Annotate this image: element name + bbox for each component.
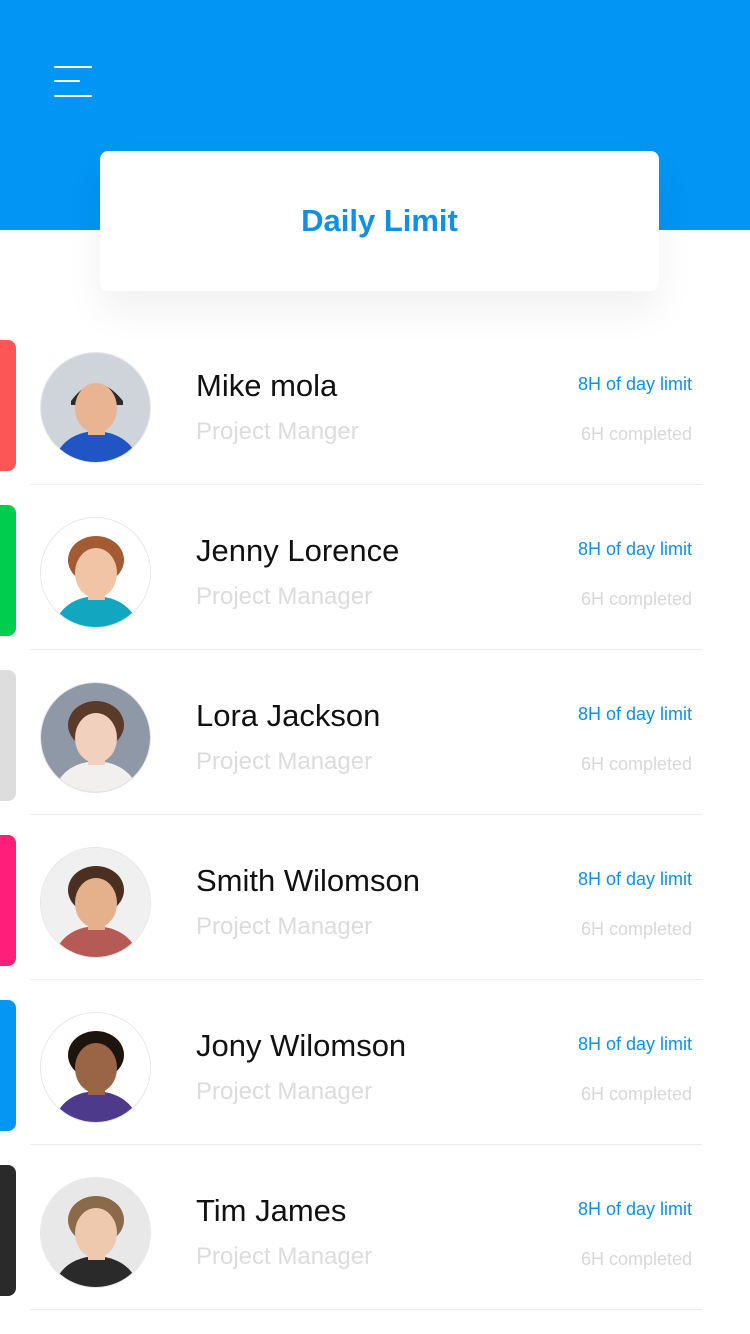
completed-hours-label: 6H completed — [580, 919, 692, 939]
list-item[interactable]: Tim James Project Manager 8H of day limit 6… — [0, 1145, 750, 1310]
avatar — [40, 847, 151, 958]
row-divider — [30, 1309, 702, 1310]
avatar — [40, 517, 151, 628]
completed-hours-label: 6H completed — [580, 1249, 692, 1269]
title-card: Daily Limit — [100, 151, 659, 291]
completed-hours-label: 6H completed — [580, 1084, 692, 1104]
daily-limit-label: 8H of day limit — [577, 704, 692, 724]
status-accent-bar — [0, 835, 16, 966]
list-item[interactable]: Lora Jackson Project Manager 8H of day lim… — [0, 650, 750, 815]
person-role: Project Manger — [196, 418, 359, 445]
person-role: Project Manager — [196, 748, 373, 775]
menu-line — [54, 95, 92, 97]
completed-hours-label: 6H completed — [580, 424, 692, 444]
status-accent-bar — [0, 670, 16, 801]
person-name: Jenny Lorence — [196, 533, 400, 568]
status-accent-bar — [0, 505, 16, 636]
daily-limit-label: 8H of day limit — [577, 869, 692, 889]
daily-limit-label: 8H of day limit — [577, 1199, 692, 1219]
avatar — [40, 1012, 151, 1123]
hamburger-menu-icon[interactable] — [50, 62, 96, 100]
avatar — [40, 682, 151, 793]
page-title: Daily Limit — [301, 203, 458, 238]
person-name: Smith Wilomson — [196, 863, 420, 898]
avatar — [40, 352, 151, 463]
person-name: Jony Wilomson — [196, 1028, 407, 1063]
completed-hours-label: 6H completed — [580, 754, 692, 774]
menu-line — [54, 80, 80, 82]
daily-limit-label: 8H of day limit — [577, 374, 692, 394]
daily-limit-label: 8H of day limit — [577, 539, 692, 559]
list-item[interactable]: Mike mola Project Manger 8H of day limit 6H… — [0, 320, 750, 485]
person-role: Project Manager — [196, 913, 373, 940]
person-name: Mike mola — [196, 368, 338, 403]
daily-limit-label: 8H of day limit — [577, 1034, 692, 1054]
person-name: Lora Jackson — [196, 698, 381, 733]
person-role: Project Manager — [196, 1078, 373, 1105]
list-item[interactable]: Jenny Lorence Project Manager 8H of day li… — [0, 485, 750, 650]
status-accent-bar — [0, 1000, 16, 1131]
completed-hours-label: 6H completed — [580, 589, 692, 609]
list-item[interactable]: Smith Wilomson Project Manager 8H of day l… — [0, 815, 750, 980]
avatar — [40, 1177, 151, 1288]
person-role: Project Manager — [196, 1243, 373, 1270]
menu-line — [54, 66, 92, 68]
person-name: Tim James — [196, 1193, 347, 1228]
person-role: Project Manager — [196, 583, 373, 610]
status-accent-bar — [0, 340, 16, 471]
status-accent-bar — [0, 1165, 16, 1296]
list-item[interactable]: Jony Wilomson Project Manager 8H of day li… — [0, 980, 750, 1145]
